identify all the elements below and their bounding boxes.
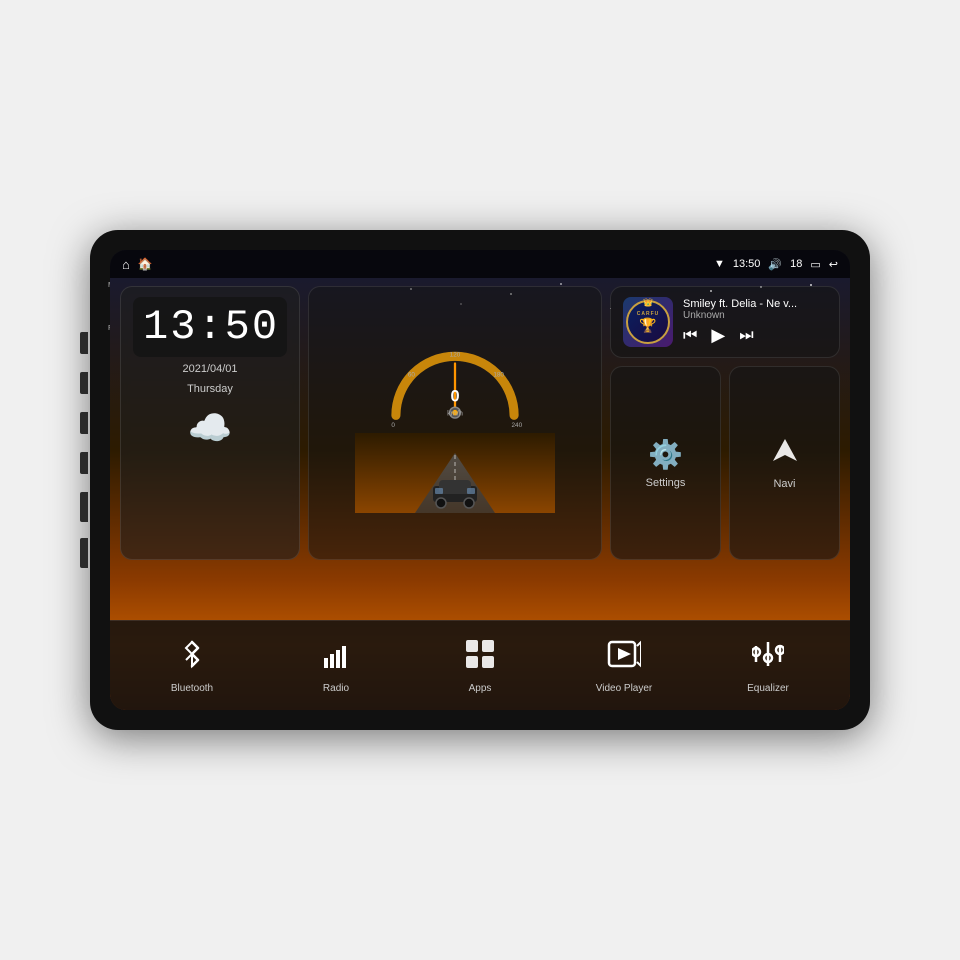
- status-left: ⌂ 🏠: [122, 257, 153, 272]
- volume-icon: 🔊: [768, 258, 782, 271]
- settings-label: Settings: [646, 477, 686, 489]
- home-side-button[interactable]: [80, 332, 88, 354]
- svg-text:120: 120: [450, 351, 461, 358]
- home2-side-button[interactable]: [80, 412, 88, 434]
- video-player-label: Video Player: [596, 683, 653, 694]
- speedometer-widget: 0 60 120 180 240 0 km/h: [308, 286, 602, 560]
- back-side-button[interactable]: [80, 452, 88, 474]
- clock-widget: 13:50 2021/04/01 Thursday ☁️: [120, 286, 300, 560]
- svg-text:0: 0: [391, 422, 395, 429]
- clock-date: 2021/04/01: [133, 363, 287, 375]
- bluetooth-icon: [176, 638, 208, 678]
- video-player-button[interactable]: Video Player: [552, 638, 696, 694]
- side-button-group: [80, 310, 88, 568]
- apps-icon: [464, 638, 496, 678]
- clock-display: 13:50: [133, 297, 287, 357]
- house-icon[interactable]: 🏠: [138, 257, 153, 271]
- radio-label: Radio: [323, 683, 349, 694]
- album-art: CARFU 🏆 👑: [623, 297, 673, 347]
- svg-text:km/h: km/h: [447, 408, 463, 417]
- bluetooth-button[interactable]: Bluetooth: [120, 638, 264, 694]
- speedometer-gauge: 0 60 120 180 240 0 km/h: [375, 329, 535, 429]
- power-side-button[interactable]: [80, 372, 88, 394]
- navi-label: Navi: [773, 478, 795, 490]
- svg-text:240: 240: [512, 422, 523, 429]
- equalizer-label: Equalizer: [747, 683, 789, 694]
- wifi-icon: ▼: [714, 258, 725, 270]
- main-content: 13:50 2021/04/01 Thursday ☁️: [110, 278, 850, 710]
- vol-down-button[interactable]: [80, 538, 88, 568]
- volume-level: 18: [790, 258, 802, 270]
- home-icon[interactable]: ⌂: [122, 257, 130, 272]
- back-icon[interactable]: ↩: [829, 258, 838, 271]
- road-svg: [355, 433, 555, 513]
- status-right: ▼ 13:50 🔊 18 ▭ ↩: [714, 258, 838, 271]
- video-player-icon: [607, 638, 641, 678]
- equalizer-button[interactable]: Equalizer: [696, 638, 840, 694]
- svg-text:180: 180: [493, 371, 504, 378]
- radio-button[interactable]: Radio: [264, 638, 408, 694]
- radio-icon: [320, 638, 352, 678]
- road-scene: [355, 433, 555, 518]
- bluetooth-label: Bluetooth: [171, 683, 213, 694]
- status-bar: ⌂ 🏠 ▼ 13:50 🔊 18 ▭ ↩: [110, 250, 850, 278]
- svg-text:60: 60: [408, 371, 416, 378]
- clock-day: Thursday: [133, 383, 287, 395]
- apps-button[interactable]: Apps: [408, 638, 552, 694]
- car-head-unit: MIC RST ⌂ 🏠 ▼ 13:50 🔊 18: [90, 230, 870, 730]
- svg-text:0: 0: [450, 387, 459, 405]
- settings-icon: ⚙️: [648, 438, 683, 471]
- bottom-bar: Bluetooth Radio: [110, 620, 850, 710]
- status-time: 13:50: [733, 258, 761, 270]
- weather-icon: ☁️: [133, 407, 287, 449]
- equalizer-icon: [752, 638, 784, 678]
- main-screen: ⌂ 🏠 ▼ 13:50 🔊 18 ▭ ↩: [110, 250, 850, 710]
- navi-icon: [771, 437, 799, 472]
- vol-up-button[interactable]: [80, 492, 88, 522]
- window-icon: ▭: [810, 258, 820, 271]
- apps-label: Apps: [469, 683, 492, 694]
